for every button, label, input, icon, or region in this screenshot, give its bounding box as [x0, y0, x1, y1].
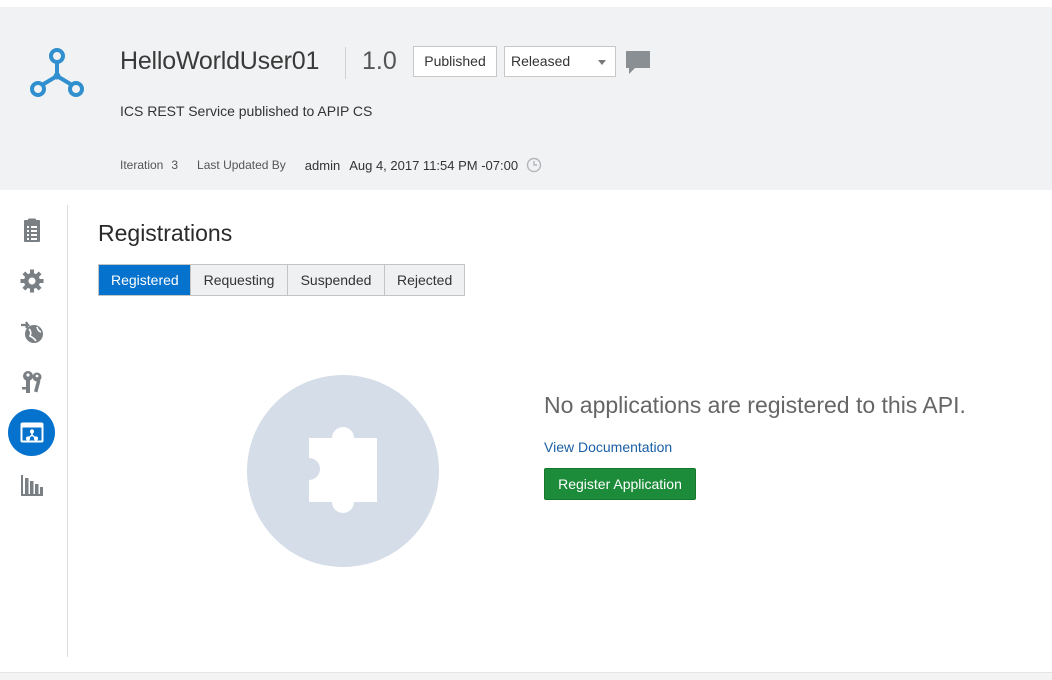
- status-select[interactable]: Released: [504, 46, 616, 77]
- iteration-value: 3: [171, 158, 179, 172]
- comment-icon[interactable]: [625, 50, 651, 76]
- registration-tabs: Registered Requesting Suspended Rejected: [98, 264, 465, 296]
- status-select-value: Released: [511, 53, 571, 69]
- nav-item-deployments[interactable]: [8, 308, 55, 355]
- api-description: ICS REST Service published to APIP CS: [120, 103, 373, 119]
- api-meta: Iteration 3 Last Updated By admin Aug 4,…: [120, 157, 542, 173]
- api-header: HelloWorldUser01 1.0 Published Released …: [0, 0, 1052, 190]
- tab-rejected[interactable]: Rejected: [385, 265, 464, 295]
- tab-registered[interactable]: Registered: [99, 265, 191, 295]
- footer-divider: [0, 672, 1052, 680]
- analytics-chart-icon: [20, 474, 43, 496]
- puzzle-piece-icon: [298, 427, 377, 513]
- api-version: 1.0: [362, 47, 397, 75]
- document-list-icon: [23, 218, 40, 242]
- clock-icon: [526, 157, 542, 173]
- empty-state-message: No applications are registered to this A…: [544, 392, 966, 418]
- register-application-button[interactable]: Register Application: [544, 468, 696, 500]
- chevron-down-icon: [598, 60, 606, 65]
- nav-item-analytics[interactable]: [8, 460, 55, 507]
- state-badge[interactable]: Published: [413, 46, 497, 77]
- view-documentation-link[interactable]: View Documentation: [544, 439, 672, 455]
- tab-suspended[interactable]: Suspended: [288, 265, 385, 295]
- last-updated-date: Aug 4, 2017 11:54 PM -07:00: [349, 157, 519, 173]
- globe-deploy-icon: [20, 320, 43, 343]
- tab-requesting[interactable]: Requesting: [191, 265, 288, 295]
- page-title: Registrations: [98, 220, 233, 246]
- gear-icon: [20, 269, 43, 292]
- title-divider: [345, 47, 346, 79]
- nav-item-grants[interactable]: [8, 358, 55, 405]
- registrations-icon: [20, 422, 43, 442]
- nav-item-settings[interactable]: [8, 257, 55, 304]
- last-updated-user: admin: [304, 157, 341, 173]
- last-updated-label: Last Updated By: [197, 158, 286, 172]
- api-title: HelloWorldUser01: [120, 47, 320, 75]
- nav-item-overview[interactable]: [8, 207, 55, 254]
- empty-state-illustration: [247, 375, 439, 567]
- side-navigation: [0, 205, 68, 657]
- api-logo-icon: [30, 48, 84, 97]
- iteration-label: Iteration: [120, 158, 164, 172]
- keys-icon: [21, 370, 41, 393]
- nav-item-registrations[interactable]: [8, 409, 55, 456]
